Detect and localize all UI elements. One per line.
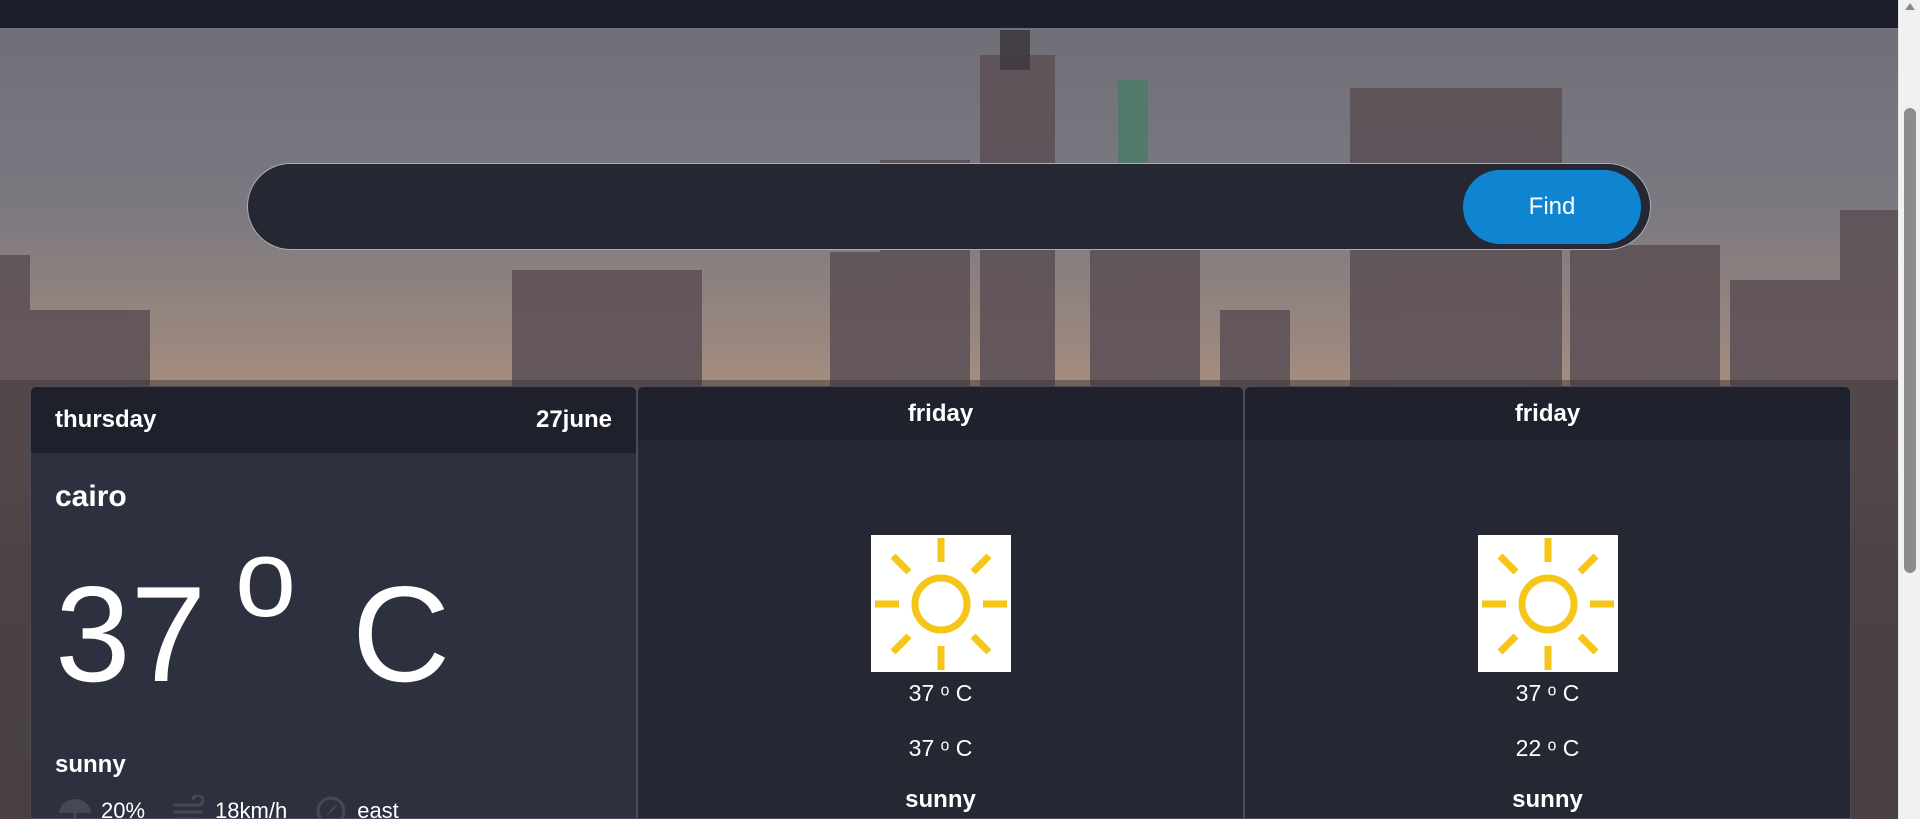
today-condition: sunny [55,751,126,778]
today-card: thursday 27june cairo 37 o C sunny 20% 1… [30,386,637,819]
umbrella-icon [59,799,91,818]
sun-icon [870,535,1011,672]
current-temperature: 37 o C [55,524,612,703]
today-date: 27june [535,406,612,433]
scrollbar-thumb[interactable] [1904,108,1916,573]
temperature-unit: C [352,558,451,710]
forecast-day: friday [1514,399,1581,427]
direction-stat: east [311,795,399,819]
max-temperature: 37 ᵒ C [1515,680,1580,706]
compass-icon [316,796,346,818]
max-temperature: 37 ᵒ C [908,680,973,706]
forecast-card: friday 37 ᵒ C [1244,386,1851,819]
today-card-header: thursday 27june [31,387,636,453]
top-navbar [0,0,1898,28]
today-day: thursday [55,406,157,433]
rain-stat: 20% [55,795,146,819]
wind-stat: 18km/h [169,795,288,819]
weather-stats: 20% 18km/h east [55,795,612,819]
forecast-card-header: friday [1245,387,1850,440]
search-bar: Find [247,163,1651,250]
min-temperature: 37 ᵒ C [908,735,973,761]
temperature-value: 37 [55,558,207,710]
wind-value: 18km/h [215,798,288,819]
sun-icon [1477,535,1618,672]
forecast-day: friday [907,399,974,427]
scroll-up-arrow-icon[interactable] [1905,3,1915,10]
rain-value: 20% [101,798,146,819]
forecast-condition: sunny [1512,786,1583,813]
find-button[interactable]: Find [1463,170,1641,244]
city-name: cairo [55,480,127,513]
forecast-condition: sunny [905,786,976,813]
direction-value: east [357,798,399,819]
wind-icon [173,795,205,818]
forecast-card-header: friday [638,387,1243,440]
temperature-degree: o [235,517,297,640]
forecast-card: friday 37 ᵒ C [637,386,1244,819]
min-temperature: 22 ᵒ C [1515,735,1580,761]
search-input[interactable] [278,182,1428,232]
page-scrollbar[interactable] [1898,0,1920,819]
forecast-cards: thursday 27june cairo 37 o C sunny 20% 1… [30,386,1852,819]
